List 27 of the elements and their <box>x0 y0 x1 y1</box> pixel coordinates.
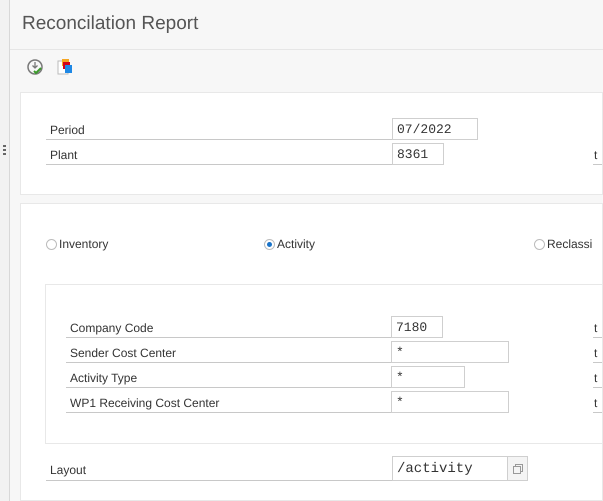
value-help-icon[interactable] <box>508 457 527 480</box>
field-label: Sender Cost Center <box>66 343 391 363</box>
input-field[interactable]: * <box>391 366 465 388</box>
input-field[interactable]: * <box>391 391 509 413</box>
radio-button[interactable]: Reclassi <box>534 235 592 253</box>
resize-grip-icon[interactable] <box>3 145 6 155</box>
field-label: Period <box>46 120 392 140</box>
field-text: t <box>593 393 602 413</box>
input-field[interactable]: * <box>391 341 509 363</box>
radio-button[interactable]: Activity <box>264 235 534 253</box>
window-title: Reconcilation Report <box>22 12 198 36</box>
input-field[interactable]: 8361 <box>392 143 444 165</box>
execute-icon[interactable] <box>26 58 44 76</box>
field-label: Activity Type <box>66 368 391 388</box>
input-field[interactable]: 7180 <box>391 316 443 338</box>
field-text: t <box>593 368 602 388</box>
radio-button[interactable]: Inventory <box>46 235 264 253</box>
field-text: t <box>593 343 602 363</box>
field-label: Company Code <box>66 318 391 338</box>
input-field[interactable]: 07/2022 <box>392 118 478 140</box>
field-text: t <box>593 145 602 165</box>
field-label: Plant <box>46 145 392 165</box>
variants-icon[interactable] <box>56 58 74 76</box>
field-label: Layout <box>46 459 392 481</box>
input-field[interactable]: /activity <box>392 456 528 481</box>
field-label: WP1 Receiving Cost Center <box>66 393 391 413</box>
field-text: t <box>593 318 602 338</box>
